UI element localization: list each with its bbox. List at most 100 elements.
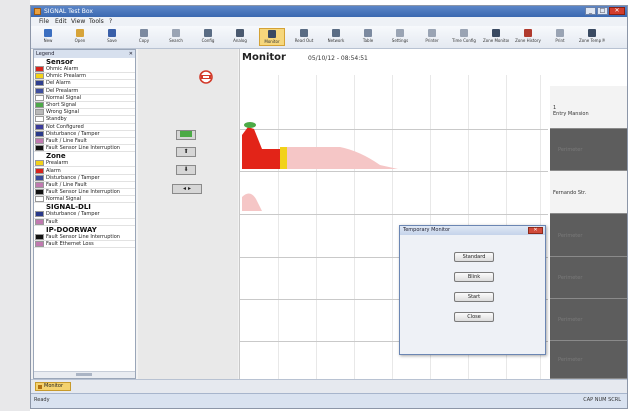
menu-edit[interactable]: Edit	[55, 18, 67, 25]
zone2-trace	[242, 193, 262, 211]
toolbar-button-zone-monitor[interactable]: Zone Monitor	[483, 28, 509, 46]
toolbar-label: Zone Monitor	[483, 38, 509, 43]
zone-panel[interactable]: 1 Entry Mansion	[550, 86, 627, 129]
legend-item: Prealarm	[34, 160, 135, 168]
legend-swatch	[35, 218, 44, 225]
legend-swatch	[35, 123, 44, 130]
zone-panel-label: Perimeter	[558, 147, 583, 153]
start-button[interactable]: Start	[454, 292, 494, 302]
legend-item-label: Fault Sensor Line Interruption	[46, 145, 120, 152]
toolbar-button-analog[interactable]: Analog	[227, 28, 253, 46]
legend-swatch	[35, 211, 44, 218]
tab-monitor[interactable]: Monitor	[35, 382, 71, 391]
toolbar-button-zone-temp-monitor[interactable]: Zone Temp Monitor	[579, 28, 605, 46]
signal-logo-icon	[199, 70, 213, 84]
legend-item-label: Disturbance / Tamper	[46, 211, 100, 218]
toolbar-label: Zone Temp Monitor	[579, 38, 605, 43]
toolbar-button-new[interactable]: New	[35, 28, 61, 46]
down-button[interactable]: ⬇	[176, 165, 196, 175]
toolbar-button-open[interactable]: Open	[67, 28, 93, 46]
save-icon	[108, 29, 116, 37]
legend-swatch	[35, 181, 44, 188]
zone-panel[interactable]: Perimeter	[550, 214, 627, 257]
legend-swatch	[35, 102, 44, 109]
status-indicators: CAP NUM SCRL	[583, 397, 621, 403]
legend-item-label: Fault / Line Fault	[46, 181, 87, 188]
toolbar-button-network[interactable]: Network	[323, 28, 349, 46]
legend-swatch	[35, 167, 44, 174]
toolbar-button-zone-history[interactable]: Zone History	[515, 28, 541, 46]
legend-item: Fault / Line Fault	[34, 137, 135, 146]
toolbar-button-monitor[interactable]: Monitor	[259, 28, 285, 46]
toolbar-button-print[interactable]: Print	[547, 28, 573, 46]
legend-item-label: Prealarm	[46, 160, 69, 167]
legend-panel: Legend ✕ Sensor Ohmic Alarm Ohmic Prealarm…	[33, 49, 136, 379]
standard-button[interactable]: Standard	[454, 252, 494, 262]
legend-item: Disturbance / Tamper	[34, 130, 135, 138]
toolbar-button-printer[interactable]: Printer	[419, 28, 445, 46]
home-button[interactable]	[176, 130, 196, 140]
legend-list: Sensor Ohmic Alarm Ohmic Prealarm Del Alarm…	[34, 58, 135, 249]
settings-icon	[396, 29, 404, 37]
toolbar-button-time-config[interactable]: Time Config	[451, 28, 477, 46]
toolbar-button-config[interactable]: Config	[195, 28, 221, 46]
legend-item-label: Fault Ethernet Loss	[46, 241, 94, 248]
toolbar-label: Search	[169, 38, 183, 43]
toolbar-button-settings[interactable]: Settings	[387, 28, 413, 46]
toolbar-button-copy[interactable]: Copy	[131, 28, 157, 46]
toolbar-label: Printer	[425, 38, 439, 43]
menu-file[interactable]: File	[39, 18, 49, 25]
zone-panel[interactable]: Perimeter	[550, 341, 627, 379]
legend-section-title: Sensor	[46, 58, 74, 66]
zone-monitor-icon	[492, 29, 500, 37]
legend-item: Normal Signal	[34, 196, 135, 204]
menu-help[interactable]: ?	[109, 18, 112, 25]
signal-trace	[242, 122, 398, 211]
legend-title: Legend	[36, 51, 55, 57]
left-right-button[interactable]: ◂ ▸	[172, 184, 202, 194]
legend-swatch	[35, 130, 44, 137]
legend-item: Fault Sensor Line Interruption	[34, 189, 135, 197]
legend-item-label: Ohmic Prealarm	[46, 73, 87, 80]
legend-item-label: Normal Signal	[46, 196, 82, 203]
toolbar-button-read-out[interactable]: Read Out	[291, 28, 317, 46]
zone-panel[interactable]: Perimeter	[550, 257, 627, 299]
zone-panel[interactable]: Perimeter	[550, 129, 627, 171]
menu-view[interactable]: View	[71, 18, 85, 25]
legend-item-label: Standby	[46, 116, 67, 123]
menu-tools[interactable]: Tools	[89, 18, 104, 25]
up-button[interactable]: ⬆	[176, 147, 196, 157]
legend-close-icon[interactable]: ✕	[129, 50, 133, 58]
legend-swatch	[35, 241, 44, 248]
dialog-title: Temporary Monitor	[403, 227, 451, 233]
legend-scroll-thumb[interactable]	[76, 373, 92, 376]
legend-swatch	[35, 233, 44, 240]
normal-marker	[244, 122, 256, 128]
legend-item: Disturbance / Tamper	[34, 211, 135, 219]
close-dialog-button[interactable]: Close	[454, 312, 494, 322]
zone-panel-label: Perimeter	[558, 232, 583, 239]
legend-scrollbar[interactable]	[34, 371, 135, 378]
toolbar-button-search[interactable]: Search	[163, 28, 189, 46]
close-button[interactable]: ✕	[609, 7, 625, 15]
minimize-button[interactable]: _	[585, 7, 596, 15]
fault-trace	[287, 147, 398, 169]
temp-monitor-icon	[588, 29, 596, 37]
status-bar: Ready CAP NUM SCRL	[31, 393, 627, 408]
maximize-button[interactable]: □	[597, 7, 608, 15]
legend-item-label: Wrong Signal	[46, 109, 80, 116]
legend-swatch	[35, 109, 44, 116]
title-bar: SIGNAL Test Box _ □ ✕	[31, 6, 627, 17]
print-icon	[556, 29, 564, 37]
zone-panel[interactable]: Fernando Str.	[550, 171, 627, 214]
blink-button[interactable]: Blink	[454, 272, 494, 282]
legend-swatch	[35, 94, 44, 101]
zone-panel-label: Perimeter	[558, 317, 583, 323]
dialog-close-button[interactable]: ✕	[528, 227, 543, 234]
toolbar-button-table[interactable]: Table	[355, 28, 381, 46]
legend-item: Alarm	[34, 167, 135, 175]
toolbar-button-save[interactable]: Save	[99, 28, 125, 46]
legend-item-label: Del Prealarm	[46, 87, 79, 94]
zone-panel[interactable]: Perimeter	[550, 299, 627, 341]
legend-item-label: Del Alarm	[46, 80, 71, 87]
